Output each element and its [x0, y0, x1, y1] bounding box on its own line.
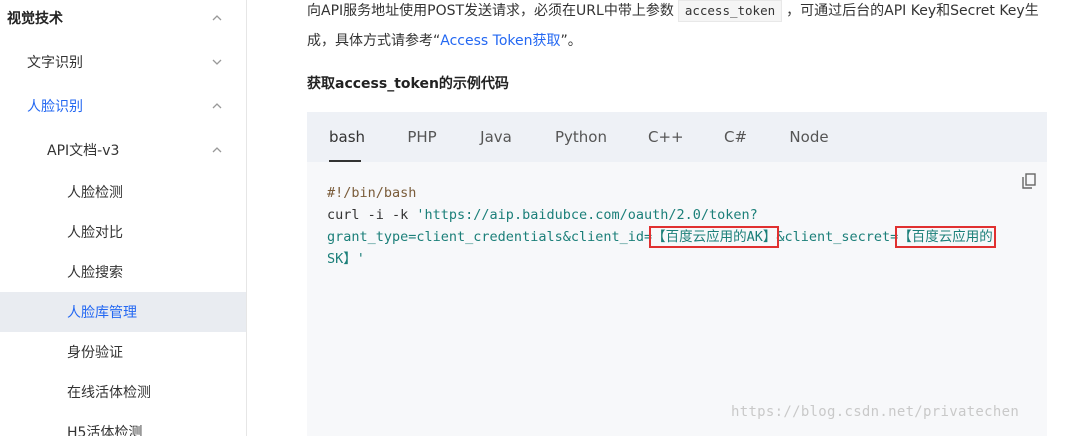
code-shebang: #!/bin/bash — [327, 185, 417, 201]
sidebar-item-label: 人脸对比 — [67, 225, 123, 241]
code-ak-placeholder: 【百度云应用的AK】 — [649, 226, 780, 248]
code-panel: bash PHP Java Python C++ C# Node #!/bin/… — [307, 112, 1047, 436]
sidebar-item-id-verify[interactable]: 身份验证 — [0, 332, 246, 372]
chevron-up-icon — [211, 12, 223, 24]
sidebar-item-online-liveness[interactable]: 在线活体检测 — [0, 372, 246, 412]
code-url: 'https://aip.baidubce.com/oauth/2.0/toke… — [416, 207, 758, 223]
code-command: curl -i -k — [327, 207, 417, 223]
chevron-down-icon — [211, 56, 223, 68]
sidebar-item-label: 视觉技术 — [7, 11, 63, 27]
code-quote-end: ' — [356, 251, 365, 267]
sidebar-item-label: 文字识别 — [27, 55, 83, 71]
intro-text: 成，具体方式请参考“ — [307, 33, 441, 49]
inline-code-access-token: access_token — [677, 0, 783, 22]
copy-icon[interactable] — [1020, 172, 1038, 190]
sidebar-item-ocr[interactable]: 文字识别 — [0, 42, 246, 82]
sidebar-item-face-db-manage[interactable]: 人脸库管理 — [0, 292, 246, 332]
language-tabbar: bash PHP Java Python C++ C# Node — [307, 112, 1047, 162]
tab-python[interactable]: Python — [555, 112, 607, 162]
chevron-up-icon — [211, 144, 223, 156]
tab-csharp[interactable]: C# — [724, 112, 747, 162]
tab-node[interactable]: Node — [789, 112, 829, 162]
sidebar-item-api-docs-v3[interactable]: API文档-v3 — [0, 130, 246, 170]
sidebar-item-label: 身份验证 — [67, 345, 123, 361]
intro-text: ”。 — [560, 33, 582, 49]
access-token-link[interactable]: Access Token获取 — [440, 33, 560, 49]
sidebar-item-face-detect[interactable]: 人脸检测 — [0, 172, 246, 212]
tab-java[interactable]: Java — [480, 112, 512, 162]
sidebar-item-label: 人脸搜索 — [67, 265, 123, 281]
sidebar-item-label: API文档-v3 — [47, 143, 120, 159]
sidebar-item-label: 人脸识别 — [27, 99, 83, 115]
code-params-a: grant_type=client_credentials&client_id= — [327, 229, 653, 245]
sidebar: 视觉技术 文字识别 人脸识别 API文档-v3 人脸检测 人脸对比 人脸搜索 人… — [0, 0, 247, 436]
sidebar-item-label: 人脸检测 — [67, 185, 123, 201]
sidebar-item-face-search[interactable]: 人脸搜索 — [0, 252, 246, 292]
intro-text: 向API服务地址使用POST发送请求，必须在URL中带上参数 — [307, 3, 674, 19]
sidebar-item-label: 人脸库管理 — [67, 305, 137, 321]
code-params-b: &client_secret= — [776, 229, 899, 245]
sidebar-item-label: H5活体检测 — [67, 425, 143, 436]
code-block: #!/bin/bash curl -i -k 'https://aip.baid… — [327, 182, 996, 270]
sidebar-item-h5-liveness[interactable]: H5活体检测 — [0, 412, 246, 436]
sidebar-item-face-recognition[interactable]: 人脸识别 — [0, 86, 246, 126]
main-content: 向API服务地址使用POST发送请求，必须在URL中带上参数 access_tok… — [247, 0, 1071, 436]
intro-line-1: 向API服务地址使用POST发送请求，必须在URL中带上参数 access_tok… — [307, 0, 1039, 27]
tab-cpp[interactable]: C++ — [648, 112, 684, 162]
watermark: https://blog.csdn.net/privatechen — [731, 404, 1020, 420]
code-sk-placeholder: 【百度云应用的 — [895, 226, 996, 248]
intro-line-2: 成，具体方式请参考“Access Token获取”。 — [307, 26, 582, 57]
tab-bash[interactable]: bash — [329, 112, 365, 162]
sidebar-item-visual-tech[interactable]: 视觉技术 — [0, 0, 246, 38]
tab-php[interactable]: PHP — [407, 112, 437, 162]
section-title: 获取access_token的示例代码 — [307, 76, 509, 92]
sidebar-item-face-compare[interactable]: 人脸对比 — [0, 212, 246, 252]
code-sk-placeholder-end: SK】 — [327, 251, 357, 267]
sidebar-item-label: 在线活体检测 — [67, 385, 151, 401]
chevron-up-icon — [211, 100, 223, 112]
intro-text: ，可通过后台的API Key和Secret Key生 — [786, 3, 1039, 19]
